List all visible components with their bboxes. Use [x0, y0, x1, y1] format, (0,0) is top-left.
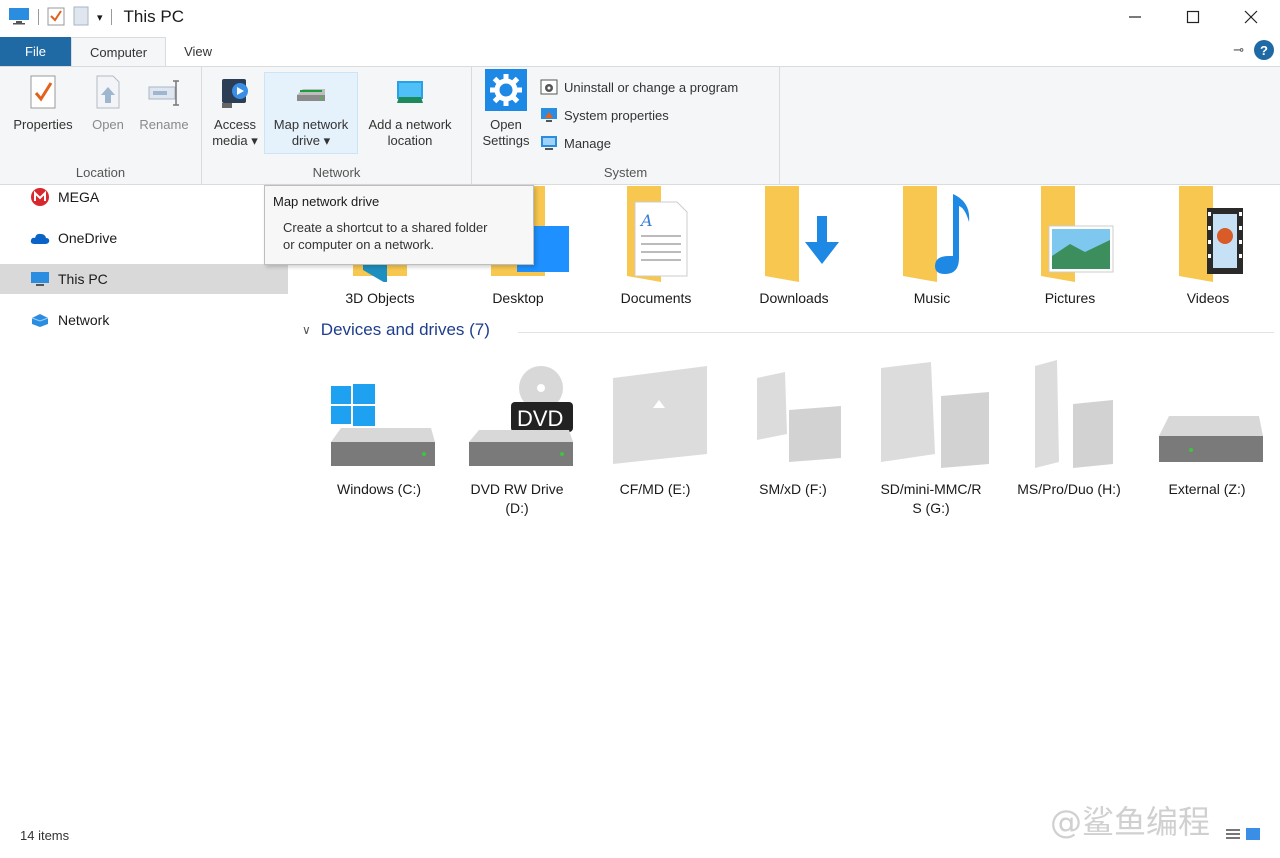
drive-cf-md-e[interactable]: CF/MD (E:) — [590, 358, 720, 499]
chevron-down-icon: ∨ — [302, 323, 311, 337]
folder-videos[interactable]: Videos — [1143, 186, 1273, 306]
system-group-label: System — [603, 165, 648, 180]
downloads-icon — [739, 186, 849, 282]
properties-quick-icon[interactable] — [47, 6, 65, 29]
watermark: @鲨鱼编程 — [1050, 803, 1211, 841]
open-button[interactable]: Open — [82, 73, 134, 133]
devices-section-title: Devices and drives (7) — [320, 320, 490, 339]
network-group-label: Network — [312, 165, 361, 180]
help-icon[interactable]: ? — [1254, 40, 1274, 60]
system-properties-icon — [541, 108, 557, 122]
tooltip-title: Map network drive — [273, 194, 380, 209]
pictures-icon — [1015, 186, 1125, 282]
customize-dropdown-icon[interactable]: ▾ — [97, 11, 103, 24]
drive-dvd-d[interactable]: DVD DVD RW Drive (D:) — [452, 358, 582, 518]
details-view-icon[interactable] — [1226, 828, 1240, 843]
access-media-button[interactable]: Access media ▾ — [208, 73, 262, 149]
system-properties-button[interactable]: System properties — [540, 106, 669, 124]
ribbon-tabs: File Computer View ⊸ ? — [0, 37, 1280, 66]
network-location-icon — [393, 73, 427, 111]
new-folder-quick-icon[interactable] — [73, 6, 89, 29]
folder-documents[interactable]: A Documents — [591, 186, 721, 306]
system-group: Open Settings Uninstall or change a prog… — [472, 67, 780, 184]
maximize-button[interactable] — [1164, 0, 1222, 34]
folder-downloads[interactable]: Downloads — [729, 186, 859, 306]
sm-xd-card-icon — [733, 358, 853, 474]
rename-icon — [147, 73, 181, 111]
devices-section-header[interactable]: ∨ Devices and drives (7) — [302, 320, 490, 340]
network-drive-icon — [294, 73, 328, 111]
nav-item-mega[interactable]: MEGA — [0, 182, 288, 212]
open-icon — [91, 73, 125, 111]
videos-film-icon — [1153, 186, 1263, 282]
documents-icon: A — [601, 186, 711, 282]
properties-icon — [26, 73, 60, 111]
tab-file[interactable]: File — [0, 37, 71, 66]
navigation-pane: MEGA OneDrive This PC Network — [0, 186, 290, 826]
add-network-location-button[interactable]: Add a network location — [360, 73, 460, 149]
maximize-icon — [1186, 10, 1200, 24]
drive-external-z[interactable]: External (Z:) — [1142, 358, 1272, 499]
drive-windows-c[interactable]: Windows (C:) — [314, 358, 444, 499]
minimize-button[interactable] — [1106, 0, 1164, 34]
network-icon — [31, 314, 49, 327]
location-group: Properties Open Rename Location — [0, 67, 202, 184]
external-drive-icon — [1147, 358, 1267, 474]
windows-drive-icon — [319, 358, 439, 474]
window-title: This PC — [123, 7, 184, 26]
music-note-icon — [877, 186, 987, 282]
tab-view[interactable]: View — [166, 37, 230, 66]
memory-stick-icon — [1009, 358, 1129, 474]
uninstall-icon — [540, 79, 558, 95]
settings-gear-icon — [485, 69, 527, 111]
tab-computer[interactable]: Computer — [71, 37, 167, 66]
computer-icon — [31, 272, 49, 286]
quick-access-toolbar: ▾ This PC — [0, 6, 184, 29]
cf-card-icon — [595, 358, 715, 474]
nav-item-network[interactable]: Network — [0, 305, 288, 335]
mega-icon — [31, 188, 49, 206]
drive-sm-xd-f[interactable]: SM/xD (F:) — [728, 358, 858, 499]
map-network-drive-tooltip: Map network drive Create a shortcut to a… — [264, 185, 534, 265]
section-divider — [518, 332, 1274, 333]
tooltip-description: Create a shortcut to a shared folder or … — [283, 220, 488, 252]
properties-button[interactable]: Properties — [8, 73, 78, 133]
folder-pictures[interactable]: Pictures — [1005, 186, 1135, 306]
folder-music[interactable]: Music — [867, 186, 997, 306]
view-toggle-buttons — [1226, 828, 1260, 843]
network-group: Access media ▾ Map network drive ▾ Add a… — [202, 67, 472, 184]
uninstall-program-button[interactable]: Uninstall or change a program — [540, 78, 738, 96]
nav-item-this-pc[interactable]: This PC — [0, 264, 288, 294]
drive-sd-g[interactable]: SD/mini-MMC/R S (G:) — [866, 358, 996, 518]
close-button[interactable] — [1222, 0, 1280, 34]
dvd-drive-icon: DVD — [457, 358, 577, 474]
minimize-icon — [1129, 16, 1141, 18]
status-item-count: 14 items — [20, 828, 70, 843]
onedrive-cloud-icon — [30, 233, 50, 244]
computer-icon — [8, 7, 30, 28]
map-network-drive-button[interactable]: Map network drive ▾ — [264, 72, 358, 154]
sd-card-icon — [871, 358, 991, 474]
large-icons-view-icon[interactable] — [1246, 828, 1260, 843]
location-group-label: Location — [75, 165, 126, 180]
rename-button[interactable]: Rename — [136, 73, 192, 133]
separator — [38, 9, 39, 25]
separator — [110, 9, 112, 25]
nav-item-onedrive[interactable]: OneDrive — [0, 223, 288, 253]
drive-ms-pro-duo-h[interactable]: MS/Pro/Duo (H:) — [1004, 358, 1134, 499]
close-icon — [1244, 10, 1258, 24]
manage-button[interactable]: Manage — [540, 134, 611, 152]
manage-icon — [541, 136, 557, 150]
svg-text:DVD: DVD — [517, 406, 563, 431]
title-bar: ▾ This PC — [0, 0, 1280, 34]
svg-text:A: A — [639, 211, 653, 230]
open-settings-button[interactable]: Open Settings — [478, 69, 534, 149]
ribbon: Properties Open Rename Location Access m… — [0, 66, 1280, 185]
media-icon — [218, 73, 252, 111]
pin-ribbon-icon[interactable]: ⊸ — [1233, 42, 1244, 58]
